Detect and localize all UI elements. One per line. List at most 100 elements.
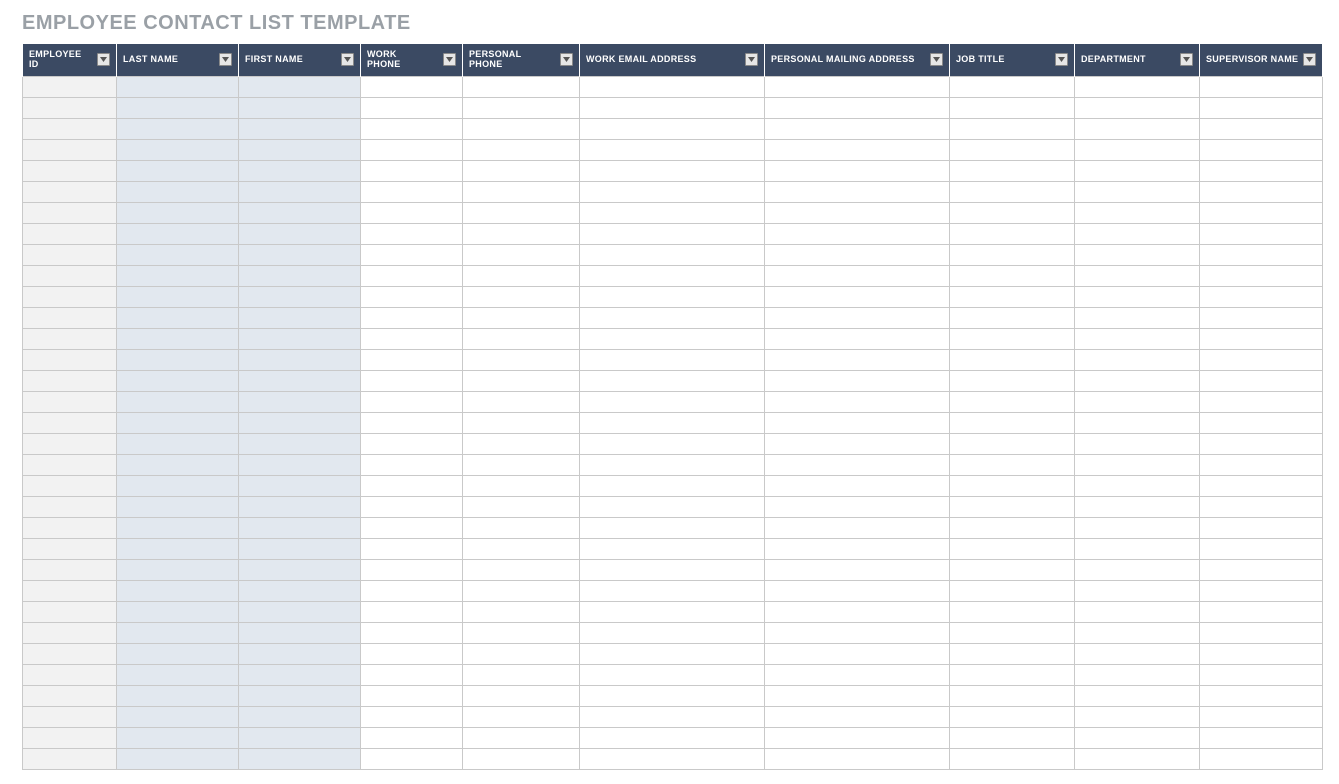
table-cell[interactable] [580,118,765,139]
column-header[interactable]: DEPARTMENT [1075,44,1200,77]
table-cell[interactable] [361,160,463,181]
table-cell[interactable] [1075,685,1200,706]
table-cell[interactable] [117,496,239,517]
table-cell[interactable] [239,727,361,748]
table-cell[interactable] [361,748,463,769]
table-cell[interactable] [580,265,765,286]
column-header[interactable]: WORK EMAIL ADDRESS [580,44,765,77]
table-cell[interactable] [950,307,1075,328]
table-cell[interactable] [1075,223,1200,244]
table-cell[interactable] [361,139,463,160]
table-cell[interactable] [23,517,117,538]
table-cell[interactable] [463,748,580,769]
table-cell[interactable] [765,328,950,349]
table-cell[interactable] [117,76,239,97]
table-cell[interactable] [361,412,463,433]
table-cell[interactable] [463,433,580,454]
table-cell[interactable] [23,223,117,244]
table-cell[interactable] [950,496,1075,517]
table-cell[interactable] [239,454,361,475]
table-cell[interactable] [580,727,765,748]
table-cell[interactable] [1200,538,1323,559]
table-cell[interactable] [463,601,580,622]
table-cell[interactable] [239,286,361,307]
table-cell[interactable] [361,601,463,622]
table-cell[interactable] [117,265,239,286]
table-cell[interactable] [463,181,580,202]
table-cell[interactable] [765,307,950,328]
table-cell[interactable] [463,496,580,517]
table-cell[interactable] [23,412,117,433]
table-cell[interactable] [765,580,950,601]
filter-dropdown-icon[interactable] [97,53,110,66]
table-cell[interactable] [950,643,1075,664]
table-cell[interactable] [1200,622,1323,643]
table-cell[interactable] [580,538,765,559]
table-cell[interactable] [1075,391,1200,412]
column-header[interactable]: SUPERVISOR NAME [1200,44,1323,77]
table-cell[interactable] [580,580,765,601]
table-cell[interactable] [1075,97,1200,118]
table-cell[interactable] [765,454,950,475]
table-cell[interactable] [117,118,239,139]
table-cell[interactable] [23,454,117,475]
table-cell[interactable] [361,391,463,412]
column-header[interactable]: JOB TITLE [950,44,1075,77]
table-cell[interactable] [239,391,361,412]
table-cell[interactable] [361,475,463,496]
table-cell[interactable] [580,475,765,496]
table-cell[interactable] [239,412,361,433]
table-cell[interactable] [1200,496,1323,517]
table-cell[interactable] [950,265,1075,286]
table-cell[interactable] [23,727,117,748]
table-cell[interactable] [117,580,239,601]
table-cell[interactable] [1075,286,1200,307]
table-cell[interactable] [765,622,950,643]
table-cell[interactable] [463,517,580,538]
table-cell[interactable] [23,706,117,727]
table-cell[interactable] [765,181,950,202]
table-cell[interactable] [23,139,117,160]
table-cell[interactable] [1075,181,1200,202]
table-cell[interactable] [361,496,463,517]
table-cell[interactable] [1200,160,1323,181]
table-cell[interactable] [580,433,765,454]
table-cell[interactable] [361,76,463,97]
table-cell[interactable] [950,286,1075,307]
table-cell[interactable] [950,517,1075,538]
table-cell[interactable] [463,538,580,559]
filter-dropdown-icon[interactable] [1055,53,1068,66]
table-cell[interactable] [1075,580,1200,601]
filter-dropdown-icon[interactable] [560,53,573,66]
table-cell[interactable] [1075,244,1200,265]
table-cell[interactable] [765,664,950,685]
table-cell[interactable] [117,748,239,769]
table-cell[interactable] [463,118,580,139]
table-cell[interactable] [950,559,1075,580]
table-cell[interactable] [361,97,463,118]
table-cell[interactable] [765,349,950,370]
column-header[interactable]: EMPLOYEE ID [23,44,117,77]
table-cell[interactable] [1200,118,1323,139]
table-cell[interactable] [950,433,1075,454]
table-cell[interactable] [580,496,765,517]
table-cell[interactable] [117,307,239,328]
table-cell[interactable] [765,160,950,181]
table-cell[interactable] [1075,538,1200,559]
table-cell[interactable] [1200,412,1323,433]
table-cell[interactable] [765,496,950,517]
table-cell[interactable] [765,391,950,412]
table-cell[interactable] [765,433,950,454]
table-cell[interactable] [23,202,117,223]
table-cell[interactable] [580,160,765,181]
table-cell[interactable] [239,685,361,706]
table-cell[interactable] [1200,244,1323,265]
filter-dropdown-icon[interactable] [745,53,758,66]
table-cell[interactable] [239,538,361,559]
table-cell[interactable] [361,118,463,139]
table-cell[interactable] [117,685,239,706]
table-cell[interactable] [239,202,361,223]
column-header[interactable]: LAST NAME [117,44,239,77]
table-cell[interactable] [463,454,580,475]
table-cell[interactable] [950,538,1075,559]
